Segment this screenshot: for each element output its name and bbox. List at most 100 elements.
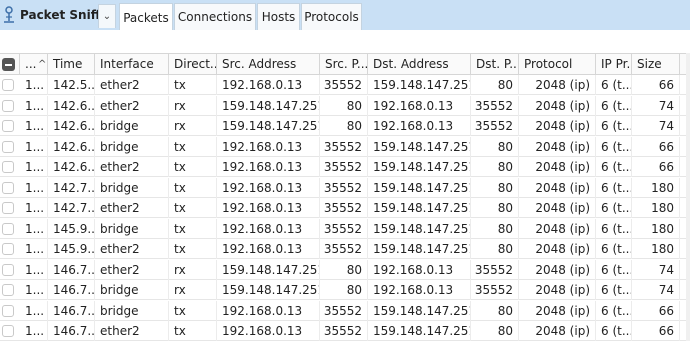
cell-direction: tx xyxy=(169,75,217,95)
cell-protocol: 2048 (ip) xyxy=(519,321,596,341)
column-header-ip-protocol[interactable]: IP Pr... xyxy=(596,54,632,75)
cell-ip-protocol: 6 (t... xyxy=(596,177,632,198)
top-bar: Packet Sniffer ⌄ Packets Connections Hos… xyxy=(0,0,690,31)
cell-dst-port: 35552 xyxy=(471,95,519,116)
cell-size: 180 xyxy=(632,239,680,259)
table-row[interactable]: 1... 142.6... ether2 rx 159.148.147.251 80 192… xyxy=(0,95,690,116)
cell-size: 180 xyxy=(632,177,680,198)
cell-number: 1... xyxy=(20,177,48,198)
column-header-direction[interactable]: Direct... xyxy=(169,54,217,75)
cell-ip-protocol: 6 (t... xyxy=(596,198,632,218)
column-header-src-address[interactable]: Src. Address xyxy=(217,54,320,75)
cell-dst-address: 159.148.147.251 xyxy=(368,239,471,259)
cell-src-address: 159.148.147.251 xyxy=(217,116,320,136)
cell-dst-address: 192.168.0.13 xyxy=(368,116,471,136)
cell-src-port: 35552 xyxy=(320,321,368,341)
cell-ip-protocol: 6 (t... xyxy=(596,95,632,116)
row-checkbox[interactable] xyxy=(2,284,14,296)
table-row[interactable]: 1... 142.7... bridge tx 192.168.0.13 35552 159… xyxy=(0,177,690,198)
cell-ip-protocol: 6 (t... xyxy=(596,321,632,341)
cell-number: 1... xyxy=(20,321,48,341)
table-row[interactable]: 1... 146.7... ether2 rx 159.148.147.251 80 192… xyxy=(0,259,690,280)
column-header-protocol[interactable]: Protocol xyxy=(519,54,596,75)
tab-label: Connections xyxy=(177,10,253,24)
table-row[interactable]: 1... 142.7... ether2 tx 192.168.0.13 35552 159… xyxy=(0,198,690,218)
cell-size: 66 xyxy=(632,157,680,177)
cell-dst-port: 35552 xyxy=(471,280,519,300)
tab-packets[interactable]: Packets xyxy=(119,3,173,31)
cell-time: 145.9... xyxy=(48,218,95,239)
cell-ip-protocol: 6 (t... xyxy=(596,239,632,259)
cell-src-port: 35552 xyxy=(320,198,368,218)
cell-interface: bridge xyxy=(95,218,169,239)
table-row[interactable]: 1... 142.5... ether2 tx 192.168.0.13 35552 159… xyxy=(0,75,690,95)
table-row[interactable]: 1... 146.7... bridge tx 192.168.0.13 35552 159… xyxy=(0,300,690,321)
row-checkbox[interactable] xyxy=(2,304,14,317)
table-row[interactable]: 1... 146.7... bridge rx 159.148.147.251 80 192… xyxy=(0,280,690,300)
row-checkbox[interactable] xyxy=(2,222,14,235)
cell-protocol: 2048 (ip) xyxy=(519,95,596,116)
select-all-checkbox[interactable] xyxy=(2,58,15,71)
row-checkbox[interactable] xyxy=(2,325,14,337)
table-row[interactable]: 1... 146.7... ether2 tx 192.168.0.13 35552 159… xyxy=(0,321,690,341)
row-checkbox[interactable] xyxy=(2,161,14,173)
cell-interface: ether2 xyxy=(95,321,169,341)
row-checkbox[interactable] xyxy=(2,263,14,276)
cell-number: 1... xyxy=(20,300,48,321)
cell-direction: tx xyxy=(169,239,217,259)
row-checkbox[interactable] xyxy=(2,99,14,112)
cell-direction: rx xyxy=(169,259,217,280)
column-header-number[interactable]: ... ^ xyxy=(20,54,48,75)
cell-protocol: 2048 (ip) xyxy=(519,239,596,259)
column-header-dst-port[interactable]: Dst. P... xyxy=(471,54,519,75)
cell-interface: ether2 xyxy=(95,75,169,95)
tab-connections[interactable]: Connections xyxy=(174,3,256,30)
cell-time: 142.7... xyxy=(48,177,95,198)
row-checkbox[interactable] xyxy=(2,243,14,255)
table-row[interactable]: 1... 142.6... bridge rx 159.148.147.251 80 192… xyxy=(0,116,690,136)
table-row[interactable]: 1... 142.6... ether2 tx 192.168.0.13 35552 159… xyxy=(0,157,690,177)
column-header-size[interactable]: Size xyxy=(632,54,680,75)
table-header: ... ^ Time Interface Direct... Src. Addr… xyxy=(0,53,690,75)
cell-dst-address: 159.148.147.251 xyxy=(368,198,471,218)
cell-size: 180 xyxy=(632,198,680,218)
table-row[interactable]: 1... 145.9... bridge tx 192.168.0.13 35552 159… xyxy=(0,218,690,239)
sort-ascending-icon: ^ xyxy=(38,59,47,70)
cell-size: 74 xyxy=(632,280,680,300)
vertical-scrollbar[interactable] xyxy=(686,53,690,341)
row-checkbox[interactable] xyxy=(2,79,14,91)
column-header-dst-address[interactable]: Dst. Address xyxy=(368,54,471,75)
column-header-time[interactable]: Time xyxy=(48,54,95,75)
cell-interface: bridge xyxy=(95,177,169,198)
cell-protocol: 2048 (ip) xyxy=(519,116,596,136)
table-row[interactable]: 1... 145.9... ether2 tx 192.168.0.13 35552 159… xyxy=(0,239,690,259)
row-checkbox[interactable] xyxy=(2,140,14,153)
cell-src-port: 35552 xyxy=(320,136,368,157)
row-checkbox[interactable] xyxy=(2,120,14,132)
cell-protocol: 2048 (ip) xyxy=(519,198,596,218)
cell-src-address: 192.168.0.13 xyxy=(217,177,320,198)
cell-number: 1... xyxy=(20,157,48,177)
table-row[interactable]: 1... 142.6... bridge tx 192.168.0.13 35552 159… xyxy=(0,136,690,157)
row-checkbox[interactable] xyxy=(2,202,14,214)
cell-dst-address: 159.148.147.251 xyxy=(368,75,471,95)
cell-dst-address: 159.148.147.251 xyxy=(368,218,471,239)
cell-src-port: 80 xyxy=(320,280,368,300)
cell-direction: tx xyxy=(169,218,217,239)
tab-hosts[interactable]: Hosts xyxy=(257,3,300,30)
cell-time: 142.5... xyxy=(48,75,95,95)
cell-ip-protocol: 6 (t... xyxy=(596,218,632,239)
tab-label: Hosts xyxy=(261,10,296,24)
cell-time: 145.9... xyxy=(48,239,95,259)
cell-size: 66 xyxy=(632,321,680,341)
select-all-header[interactable] xyxy=(0,54,20,75)
tabs-menu-button[interactable]: ⌄ xyxy=(98,4,116,28)
cell-number: 1... xyxy=(20,280,48,300)
cell-src-port: 80 xyxy=(320,259,368,280)
column-header-src-port[interactable]: Src. P... xyxy=(320,54,368,75)
column-header-interface[interactable]: Interface xyxy=(95,54,169,75)
row-checkbox[interactable] xyxy=(2,181,14,194)
tab-label: Packets xyxy=(123,10,169,25)
tab-protocols[interactable]: Protocols xyxy=(301,3,362,30)
cell-protocol: 2048 (ip) xyxy=(519,75,596,95)
